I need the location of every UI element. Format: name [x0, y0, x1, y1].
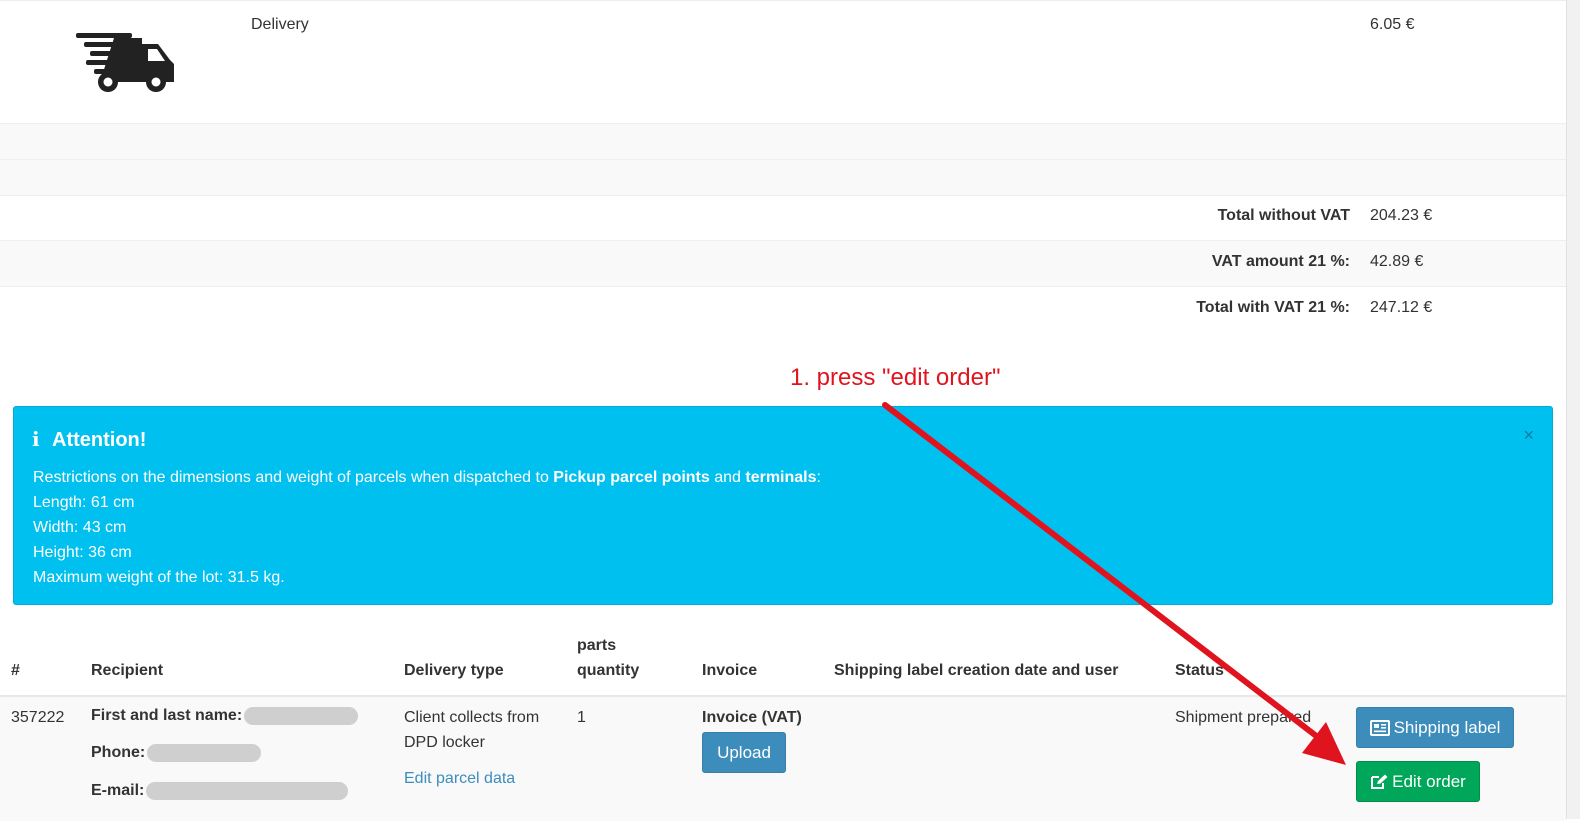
annotation-arrow [882, 402, 1346, 765]
vertical-scrollbar[interactable] [1566, 0, 1580, 819]
